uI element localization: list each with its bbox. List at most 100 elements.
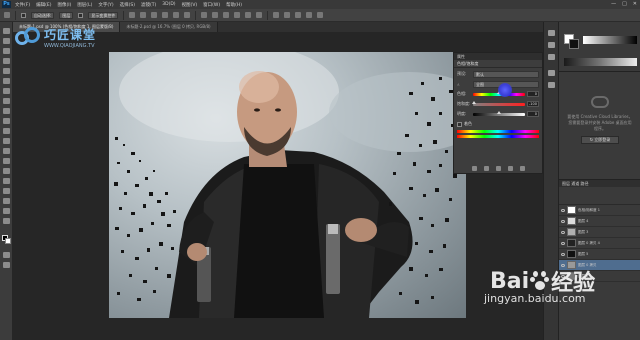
distribute-center-icon[interactable]: [245, 12, 252, 18]
delete-icon[interactable]: [519, 165, 525, 171]
libraries-message: 要使用 Creative Cloud Libraries，您需要登录并安装 Ad…: [567, 114, 633, 131]
menu-file[interactable]: 文件(F): [15, 2, 30, 8]
auto-select-dropdown[interactable]: 图层: [59, 11, 74, 19]
pen-tool-icon[interactable]: [3, 168, 10, 174]
eraser-tool-icon[interactable]: [3, 128, 10, 134]
eye-icon[interactable]: [561, 241, 565, 245]
adjust-value-input[interactable]: -100: [527, 101, 539, 107]
hand-tool-icon[interactable]: [3, 208, 10, 214]
eye-icon[interactable]: [561, 230, 565, 234]
minimize-icon[interactable]: —: [611, 1, 616, 7]
history-brush-tool-icon[interactable]: [3, 118, 10, 124]
tab-document-2[interactable]: 未标题-2.psd @ 16.7% (图层 0 拷贝, RGB/8): [120, 22, 218, 32]
3d-pan-icon[interactable]: [295, 12, 302, 18]
reset-icon[interactable]: [495, 165, 501, 171]
layer-thumbnail: [567, 250, 576, 258]
photoshop-logo-icon[interactable]: Ps: [2, 1, 11, 8]
adjust-slider[interactable]: [472, 100, 525, 106]
menu-select[interactable]: 选择(S): [120, 2, 135, 8]
zoom-tool-icon[interactable]: [3, 218, 10, 224]
lasso-tool-icon[interactable]: [3, 48, 10, 54]
adjust-value-input[interactable]: 0: [527, 91, 539, 97]
shape-tool-icon[interactable]: [3, 198, 10, 204]
visibility-icon[interactable]: [507, 165, 513, 171]
quick-mask-icon[interactable]: [3, 252, 10, 258]
sign-in-button[interactable]: ↻ 立即登录: [581, 136, 619, 144]
distribute-bottom-icon[interactable]: [223, 12, 230, 18]
layers-filter-options[interactable]: [559, 187, 640, 205]
color-ramp[interactable]: [564, 58, 637, 66]
distribute-left-icon[interactable]: [234, 12, 241, 18]
layers-panel-tabs[interactable]: 图层 通道 路径: [559, 180, 640, 187]
layer-row[interactable]: 图层 4: [559, 216, 640, 227]
layer-row[interactable]: 图层 5: [559, 249, 640, 260]
document-canvas[interactable]: [109, 52, 466, 318]
move-tool-icon[interactable]: [3, 28, 10, 34]
crop-tool-icon[interactable]: [3, 68, 10, 74]
color-slider[interactable]: [583, 36, 637, 44]
character-icon[interactable]: [548, 70, 555, 76]
properties-icon[interactable]: [548, 42, 555, 48]
distribute-right-icon[interactable]: [256, 12, 263, 18]
close-icon[interactable]: ✕: [633, 1, 637, 7]
show-transform-checkbox[interactable]: [78, 12, 84, 18]
background-color-swatch[interactable]: [5, 238, 11, 244]
type-tool-icon[interactable]: [3, 178, 10, 184]
properties-header[interactable]: 属性: [454, 53, 542, 60]
view-previous-icon[interactable]: [483, 165, 489, 171]
menu-3d[interactable]: 3D(D): [162, 2, 175, 7]
menu-filter[interactable]: 滤镜(T): [141, 2, 156, 8]
marquee-tool-icon[interactable]: [3, 38, 10, 44]
paragraph-icon[interactable]: [548, 82, 555, 88]
menu-help[interactable]: 帮助(H): [226, 2, 242, 8]
align-right-icon[interactable]: [184, 12, 191, 18]
slider-thumb[interactable]: [497, 110, 501, 114]
align-top-icon[interactable]: [129, 12, 136, 18]
menu-window[interactable]: 窗口(W): [203, 2, 220, 8]
menu-layer[interactable]: 图层(L): [77, 2, 92, 8]
move-tool-icon[interactable]: [4, 12, 10, 18]
align-left-icon[interactable]: [162, 12, 169, 18]
slider-thumb[interactable]: [472, 100, 477, 104]
menu-image[interactable]: 图像(I): [57, 2, 71, 8]
quick-select-tool-icon[interactable]: [3, 58, 10, 64]
align-bottom-icon[interactable]: [151, 12, 158, 18]
clip-to-layer-icon[interactable]: [471, 165, 477, 171]
maximize-icon[interactable]: □: [622, 1, 627, 7]
colorize-checkbox[interactable]: [457, 121, 462, 127]
menu-view[interactable]: 视图(V): [182, 2, 198, 8]
layer-row[interactable]: 图层 3: [559, 227, 640, 238]
dodge-tool-icon[interactable]: [3, 158, 10, 164]
menu-type[interactable]: 文字(Y): [98, 2, 113, 8]
screen-mode-icon[interactable]: [3, 262, 10, 268]
gradient-tool-icon[interactable]: [3, 138, 10, 144]
eye-icon[interactable]: [561, 219, 565, 223]
eye-icon[interactable]: [561, 252, 565, 256]
3d-slide-icon[interactable]: [306, 12, 313, 18]
layer-row[interactable]: 图层 0 拷贝 4: [559, 238, 640, 249]
3d-rotate-icon[interactable]: [284, 12, 291, 18]
align-center-icon[interactable]: [173, 12, 180, 18]
align-middle-icon[interactable]: [140, 12, 147, 18]
preset-dropdown[interactable]: 默认: [473, 70, 539, 78]
menu-edit[interactable]: 编辑(E): [36, 2, 51, 8]
3d-scale-icon[interactable]: [317, 12, 324, 18]
eyedropper-tool-icon[interactable]: [3, 78, 10, 84]
actions-icon[interactable]: [548, 54, 555, 60]
adjust-value-input[interactable]: 0: [527, 111, 539, 117]
auto-select-checkbox[interactable]: [21, 12, 26, 18]
color-background-swatch[interactable]: [569, 39, 579, 49]
path-select-tool-icon[interactable]: [3, 188, 10, 194]
eye-icon[interactable]: [561, 208, 565, 212]
history-icon[interactable]: [548, 30, 555, 36]
adjust-slider[interactable]: [473, 110, 525, 116]
clone-stamp-tool-icon[interactable]: [3, 108, 10, 114]
channel-hand-icon[interactable]: ☝: [457, 82, 471, 87]
healing-brush-tool-icon[interactable]: [3, 88, 10, 94]
3d-mode-icon[interactable]: [273, 12, 280, 18]
layer-row[interactable]: 色相/饱和度 1: [559, 205, 640, 216]
brush-tool-icon[interactable]: [3, 98, 10, 104]
distribute-top-icon[interactable]: [201, 12, 208, 18]
distribute-middle-icon[interactable]: [212, 12, 219, 18]
blur-tool-icon[interactable]: [3, 148, 10, 154]
